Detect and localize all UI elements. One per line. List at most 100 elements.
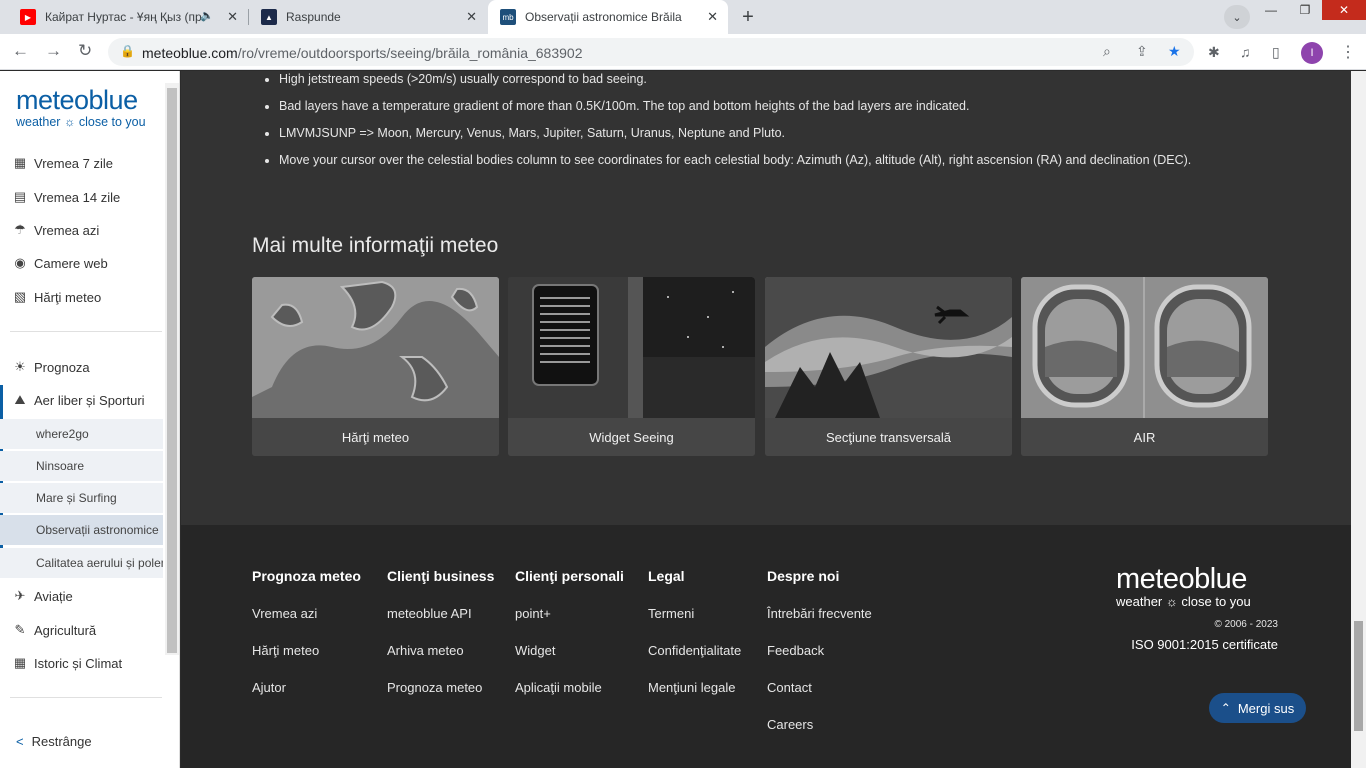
close-window-icon[interactable]: ✕ xyxy=(1322,0,1366,20)
card-caption: Hărţi meteo xyxy=(252,418,499,456)
footer-link[interactable]: Widget xyxy=(515,643,624,658)
media-control-icon[interactable]: ♫ xyxy=(1240,44,1251,60)
sidebar-item-aer-liber[interactable]: ⛰ Aer liber și Sporturi xyxy=(0,385,163,415)
map-icon: ▧ xyxy=(13,289,27,304)
chevron-up-icon: ⌃ xyxy=(1220,701,1231,715)
copyright-text: © 2006 - 2023 xyxy=(1214,619,1278,630)
speaker-icon[interactable]: 🔈 xyxy=(200,9,214,22)
minimize-icon[interactable]: — xyxy=(1254,0,1288,20)
footer-link[interactable]: point+ xyxy=(515,606,624,621)
tab-raspunde[interactable]: ▲ Raspunde ✕ xyxy=(249,0,487,34)
footer-link[interactable]: Ajutor xyxy=(252,680,361,695)
footer-link[interactable]: Întrebări frecvente xyxy=(767,606,872,621)
sidebar-subitem-calitatea-aerului[interactable]: Calitatea aerului și polen xyxy=(0,548,163,578)
card-caption: AIR xyxy=(1021,418,1268,456)
sidebar-item-vremea-14-zile[interactable]: ▤ Vremea 14 zile xyxy=(0,182,163,212)
sidebar-subitem-mare-surfing[interactable]: Mare și Surfing xyxy=(0,483,163,513)
iso-certificate-text: ISO 9001:2015 certificate xyxy=(1131,637,1278,652)
card-caption: Widget Seeing xyxy=(508,418,755,456)
extensions-icon[interactable]: ✱ xyxy=(1208,44,1220,61)
url-host: meteoblue.com xyxy=(142,45,238,61)
seeing-notes-list: High jetstream speeds (>20m/s) usually c… xyxy=(261,70,1261,178)
tab-meteoblue-active[interactable]: mb Observații astronomice Brăila - m ✕ xyxy=(488,0,728,34)
card-caption: Secţiune transversală xyxy=(765,418,1012,456)
close-tab-icon[interactable]: ✕ xyxy=(466,9,477,25)
footer-heading: Despre noi xyxy=(767,568,840,584)
go-to-top-button[interactable]: ⌃ Mergi sus xyxy=(1209,693,1306,723)
footer-link[interactable]: Arhiva meteo xyxy=(387,643,494,658)
webcam-icon: ◉ xyxy=(14,255,26,270)
footer-link[interactable]: Contact xyxy=(767,680,872,695)
card-harti-meteo[interactable]: Hărţi meteo xyxy=(252,277,499,456)
footer-link[interactable]: Aplicaţii mobile xyxy=(515,680,624,695)
reload-icon[interactable]: ↻ xyxy=(78,41,92,61)
footer-meteoblue-logo[interactable]: meteoblue weather ☼ close to you xyxy=(1116,563,1251,609)
sidebar-scrollbar[interactable] xyxy=(165,83,179,655)
meteoblue-logo[interactable]: meteoblue weather ☼ close to you xyxy=(16,85,146,129)
sidebar-item-agricultura[interactable]: ✎ Agricultură xyxy=(0,615,163,645)
chevron-left-icon: < xyxy=(16,734,24,749)
sidebar-item-vremea-azi[interactable]: ☂ Vremea azi xyxy=(0,215,163,245)
list-item: Move your cursor over the celestial bodi… xyxy=(279,151,1261,170)
cross-section-image xyxy=(765,277,1012,418)
address-bar[interactable]: 🔒 meteoblue.com/ro/vreme/outdoorsports/s… xyxy=(108,38,1194,66)
air-image xyxy=(1021,277,1268,418)
footer-link[interactable]: Confidenţialitate xyxy=(648,643,741,658)
sidebar-subitem-observatii-astronomice[interactable]: Observații astronomice xyxy=(0,515,163,545)
sidebar-item-prognoza[interactable]: ☀ Prognoza xyxy=(0,352,163,382)
more-menu-icon[interactable]: ⋮ xyxy=(1340,42,1356,62)
sidebar-item-harti-meteo[interactable]: ▧ Hărţi meteo xyxy=(0,282,163,312)
footer-column-legal: Legal Termeni Confidenţialitate Menţiuni… xyxy=(648,568,741,695)
agriculture-icon: ✎ xyxy=(14,622,26,637)
history-icon: ▦ xyxy=(13,655,27,670)
forward-arrow-icon[interactable]: → xyxy=(45,41,62,61)
footer-link[interactable]: Termeni xyxy=(648,606,741,621)
close-tab-icon[interactable]: ✕ xyxy=(227,9,238,25)
footer-link[interactable]: Menţiuni legale xyxy=(648,680,741,695)
new-tab-button[interactable]: + xyxy=(734,4,762,30)
footer-link[interactable]: Careers xyxy=(767,717,872,732)
footer-column-despre-noi: Despre noi Întrebări frecvente Feedback … xyxy=(767,568,872,732)
back-arrow-icon[interactable]: ← xyxy=(12,41,29,61)
bookmark-star-icon[interactable]: ★ xyxy=(1168,43,1181,60)
browser-tab-bar: ▶ Кайрат Нуртас - Ұяң Қыз (пр 🔈 ✕ ▲ Rasp… xyxy=(0,0,1366,34)
footer-link[interactable]: Feedback xyxy=(767,643,872,658)
page-scrollbar[interactable] xyxy=(1351,71,1366,768)
sidebar-item-camere-web[interactable]: ◉ Camere web xyxy=(0,248,163,278)
sidebar-scroll-thumb[interactable] xyxy=(167,88,177,653)
restore-icon[interactable]: ❐ xyxy=(1288,0,1322,20)
section-title: Mai multe informaţii meteo xyxy=(252,234,499,257)
url-path: /ro/vreme/outdoorsports/seeing/brăila_ro… xyxy=(237,45,583,61)
sidebar-subitem-where2go[interactable]: where2go xyxy=(0,419,163,449)
sidebar-divider xyxy=(10,697,162,698)
close-tab-icon[interactable]: ✕ xyxy=(707,9,718,25)
card-sectiune-transversala[interactable]: Secţiune transversală xyxy=(765,277,1012,456)
sidebar-item-vremea-7-zile[interactable]: ▦ Vremea 7 zile xyxy=(0,148,163,178)
tab-search-button[interactable]: ⌄ xyxy=(1224,5,1250,29)
mb-icon: mb xyxy=(500,9,516,25)
share-icon[interactable]: ⇪ xyxy=(1136,43,1148,60)
zoom-icon[interactable]: ⌕ xyxy=(1103,43,1111,60)
page-scroll-thumb[interactable] xyxy=(1354,621,1363,731)
calendar-7-icon: ▦ xyxy=(13,155,27,170)
youtube-icon: ▶ xyxy=(20,9,36,25)
side-panel-icon[interactable]: ▯ xyxy=(1272,44,1280,61)
card-widget-seeing[interactable]: Widget Seeing xyxy=(508,277,755,456)
profile-avatar[interactable]: I xyxy=(1301,42,1323,64)
footer-link[interactable]: Vremea azi xyxy=(252,606,361,621)
footer-link[interactable]: Prognoza meteo xyxy=(387,680,494,695)
footer-link[interactable]: meteoblue API xyxy=(387,606,494,621)
footer-link[interactable]: Hărţi meteo xyxy=(252,643,361,658)
footer-heading: Prognoza meteo xyxy=(252,568,361,584)
sidebar-subitem-ninsoare[interactable]: Ninsoare xyxy=(0,451,163,481)
lock-icon[interactable]: 🔒 xyxy=(120,44,135,58)
sidebar-item-aviatie[interactable]: ✈ Aviație xyxy=(0,581,163,611)
tab-youtube[interactable]: ▶ Кайрат Нуртас - Ұяң Қыз (пр 🔈 ✕ xyxy=(8,0,248,34)
card-air[interactable]: AIR xyxy=(1021,277,1268,456)
sidebar-item-istoric-climat[interactable]: ▦ Istoric și Climat xyxy=(0,648,163,678)
footer-column-business: Clienţi business meteoblue API Arhiva me… xyxy=(387,568,494,695)
browser-toolbar: ← → ↻ 🔒 meteoblue.com/ro/vreme/outdoorsp… xyxy=(0,34,1366,70)
collapse-sidebar-button[interactable]: < Restrânge xyxy=(16,734,92,749)
footer-column-prognoza: Prognoza meteo Vremea azi Hărţi meteo Aj… xyxy=(252,568,361,695)
list-item: High jetstream speeds (>20m/s) usually c… xyxy=(279,70,1261,89)
